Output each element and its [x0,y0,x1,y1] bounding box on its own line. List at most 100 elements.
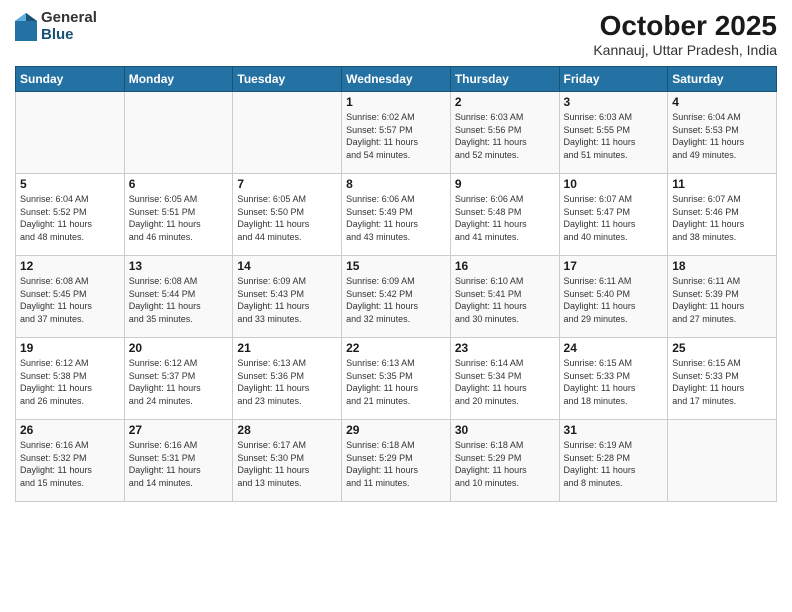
day-info: Sunrise: 6:12 AMSunset: 5:38 PMDaylight:… [20,357,120,407]
day-number: 8 [346,177,446,191]
day-number: 22 [346,341,446,355]
calendar-week-1: 1 Sunrise: 6:02 AMSunset: 5:57 PMDaylight… [16,92,777,174]
day-info: Sunrise: 6:03 AMSunset: 5:55 PMDaylight:… [564,111,664,161]
calendar-day: 29Sunrise: 6:18 AMSunset: 5:29 PMDayligh… [342,420,451,502]
day-info: Sunrise: 6:08 AMSunset: 5:44 PMDaylight:… [129,275,229,325]
calendar-day: 20 Sunrise: 6:12 AMSunset: 5:37 PMDayligh… [124,338,233,420]
day-info: Sunrise: 6:15 AMSunset: 5:33 PMDaylight:… [564,357,664,407]
calendar-week-4: 19 Sunrise: 6:12 AMSunset: 5:38 PMDayligh… [16,338,777,420]
day-number: 26 [20,423,120,437]
calendar-day: 16 Sunrise: 6:10 AMSunset: 5:41 PMDayligh… [450,256,559,338]
calendar-day: 30Sunrise: 6:18 AMSunset: 5:29 PMDayligh… [450,420,559,502]
calendar-day: 12 Sunrise: 6:08 AMSunset: 5:45 PMDayligh… [16,256,125,338]
weekday-header-friday: Friday [559,67,668,92]
calendar-day: 13 Sunrise: 6:08 AMSunset: 5:44 PMDayligh… [124,256,233,338]
calendar-week-3: 12 Sunrise: 6:08 AMSunset: 5:45 PMDayligh… [16,256,777,338]
calendar-day: 1 Sunrise: 6:02 AMSunset: 5:57 PMDaylight… [342,92,451,174]
logo-icon [15,13,37,41]
day-info: Sunrise: 6:06 AMSunset: 5:49 PMDaylight:… [346,193,446,243]
day-number: 1 [346,95,446,109]
day-number: 14 [237,259,337,273]
day-info: Sunrise: 6:10 AMSunset: 5:41 PMDaylight:… [455,275,555,325]
day-number: 19 [20,341,120,355]
page-header: General Blue October 2025 Kannauj, Uttar… [15,10,777,58]
calendar-day: 9Sunrise: 6:06 AMSunset: 5:48 PMDaylight… [450,174,559,256]
day-number: 21 [237,341,337,355]
day-info: Sunrise: 6:05 AMSunset: 5:50 PMDaylight:… [237,193,337,243]
calendar-day: 17 Sunrise: 6:11 AMSunset: 5:40 PMDayligh… [559,256,668,338]
day-info: Sunrise: 6:11 AMSunset: 5:39 PMDaylight:… [672,275,772,325]
day-number: 12 [20,259,120,273]
day-info: Sunrise: 6:16 AMSunset: 5:32 PMDaylight:… [20,439,120,489]
day-info: Sunrise: 6:09 AMSunset: 5:42 PMDaylight:… [346,275,446,325]
month-title: October 2025 [593,10,777,42]
calendar-day [233,92,342,174]
calendar-day: 26 Sunrise: 6:16 AMSunset: 5:32 PMDayligh… [16,420,125,502]
weekday-header-sunday: Sunday [16,67,125,92]
day-number: 6 [129,177,229,191]
calendar-day: 7 Sunrise: 6:05 AMSunset: 5:50 PMDaylight… [233,174,342,256]
weekday-header-wednesday: Wednesday [342,67,451,92]
day-number: 24 [564,341,664,355]
day-info: Sunrise: 6:04 AMSunset: 5:53 PMDaylight:… [672,111,772,161]
page-container: General Blue October 2025 Kannauj, Uttar… [0,0,792,507]
day-number: 17 [564,259,664,273]
day-info: Sunrise: 6:03 AMSunset: 5:56 PMDaylight:… [455,111,555,161]
calendar-day: 23Sunrise: 6:14 AMSunset: 5:34 PMDayligh… [450,338,559,420]
day-info: Sunrise: 6:06 AMSunset: 5:48 PMDaylight:… [455,193,555,243]
day-info: Sunrise: 6:11 AMSunset: 5:40 PMDaylight:… [564,275,664,325]
day-info: Sunrise: 6:08 AMSunset: 5:45 PMDaylight:… [20,275,120,325]
weekday-header-thursday: Thursday [450,67,559,92]
calendar-day: 8 Sunrise: 6:06 AMSunset: 5:49 PMDaylight… [342,174,451,256]
day-number: 3 [564,95,664,109]
day-number: 5 [20,177,120,191]
day-info: Sunrise: 6:18 AMSunset: 5:29 PMDaylight:… [455,439,555,489]
calendar-day: 2 Sunrise: 6:03 AMSunset: 5:56 PMDaylight… [450,92,559,174]
logo: General Blue [15,10,97,43]
weekday-header-tuesday: Tuesday [233,67,342,92]
calendar-day: 18Sunrise: 6:11 AMSunset: 5:39 PMDayligh… [668,256,777,338]
day-number: 28 [237,423,337,437]
day-number: 7 [237,177,337,191]
day-number: 23 [455,341,555,355]
day-info: Sunrise: 6:04 AMSunset: 5:52 PMDaylight:… [20,193,120,243]
day-number: 10 [564,177,664,191]
calendar-day [668,420,777,502]
day-number: 11 [672,177,772,191]
day-number: 25 [672,341,772,355]
calendar-day: 3 Sunrise: 6:03 AMSunset: 5:55 PMDaylight… [559,92,668,174]
calendar-day: 6 Sunrise: 6:05 AMSunset: 5:51 PMDaylight… [124,174,233,256]
logo-general-text: General [41,10,97,27]
day-info: Sunrise: 6:07 AMSunset: 5:46 PMDaylight:… [672,193,772,243]
day-info: Sunrise: 6:12 AMSunset: 5:37 PMDaylight:… [129,357,229,407]
day-number: 2 [455,95,555,109]
logo-text: General Blue [41,10,97,43]
day-number: 16 [455,259,555,273]
calendar-day: 25 Sunrise: 6:15 AMSunset: 5:33 PMDayligh… [668,338,777,420]
calendar-day: 11 Sunrise: 6:07 AMSunset: 5:46 PMDayligh… [668,174,777,256]
calendar-day: 15Sunrise: 6:09 AMSunset: 5:42 PMDayligh… [342,256,451,338]
day-info: Sunrise: 6:17 AMSunset: 5:30 PMDaylight:… [237,439,337,489]
day-info: Sunrise: 6:16 AMSunset: 5:31 PMDaylight:… [129,439,229,489]
day-number: 4 [672,95,772,109]
calendar-week-5: 26 Sunrise: 6:16 AMSunset: 5:32 PMDayligh… [16,420,777,502]
day-info: Sunrise: 6:15 AMSunset: 5:33 PMDaylight:… [672,357,772,407]
calendar-day: 31Sunrise: 6:19 AMSunset: 5:28 PMDayligh… [559,420,668,502]
day-number: 13 [129,259,229,273]
calendar-week-2: 5 Sunrise: 6:04 AMSunset: 5:52 PMDaylight… [16,174,777,256]
day-info: Sunrise: 6:19 AMSunset: 5:28 PMDaylight:… [564,439,664,489]
calendar-day: 22Sunrise: 6:13 AMSunset: 5:35 PMDayligh… [342,338,451,420]
day-info: Sunrise: 6:07 AMSunset: 5:47 PMDaylight:… [564,193,664,243]
day-info: Sunrise: 6:13 AMSunset: 5:36 PMDaylight:… [237,357,337,407]
logo-blue-text: Blue [41,27,97,44]
calendar-header: SundayMondayTuesdayWednesdayThursdayFrid… [16,67,777,92]
calendar-day: 21 Sunrise: 6:13 AMSunset: 5:36 PMDayligh… [233,338,342,420]
calendar-day: 24 Sunrise: 6:15 AMSunset: 5:33 PMDayligh… [559,338,668,420]
day-info: Sunrise: 6:05 AMSunset: 5:51 PMDaylight:… [129,193,229,243]
day-number: 20 [129,341,229,355]
location-subtitle: Kannauj, Uttar Pradesh, India [593,42,777,58]
calendar-day: 28 Sunrise: 6:17 AMSunset: 5:30 PMDayligh… [233,420,342,502]
day-info: Sunrise: 6:09 AMSunset: 5:43 PMDaylight:… [237,275,337,325]
calendar-day: 27Sunrise: 6:16 AMSunset: 5:31 PMDayligh… [124,420,233,502]
day-info: Sunrise: 6:02 AMSunset: 5:57 PMDaylight:… [346,111,446,161]
